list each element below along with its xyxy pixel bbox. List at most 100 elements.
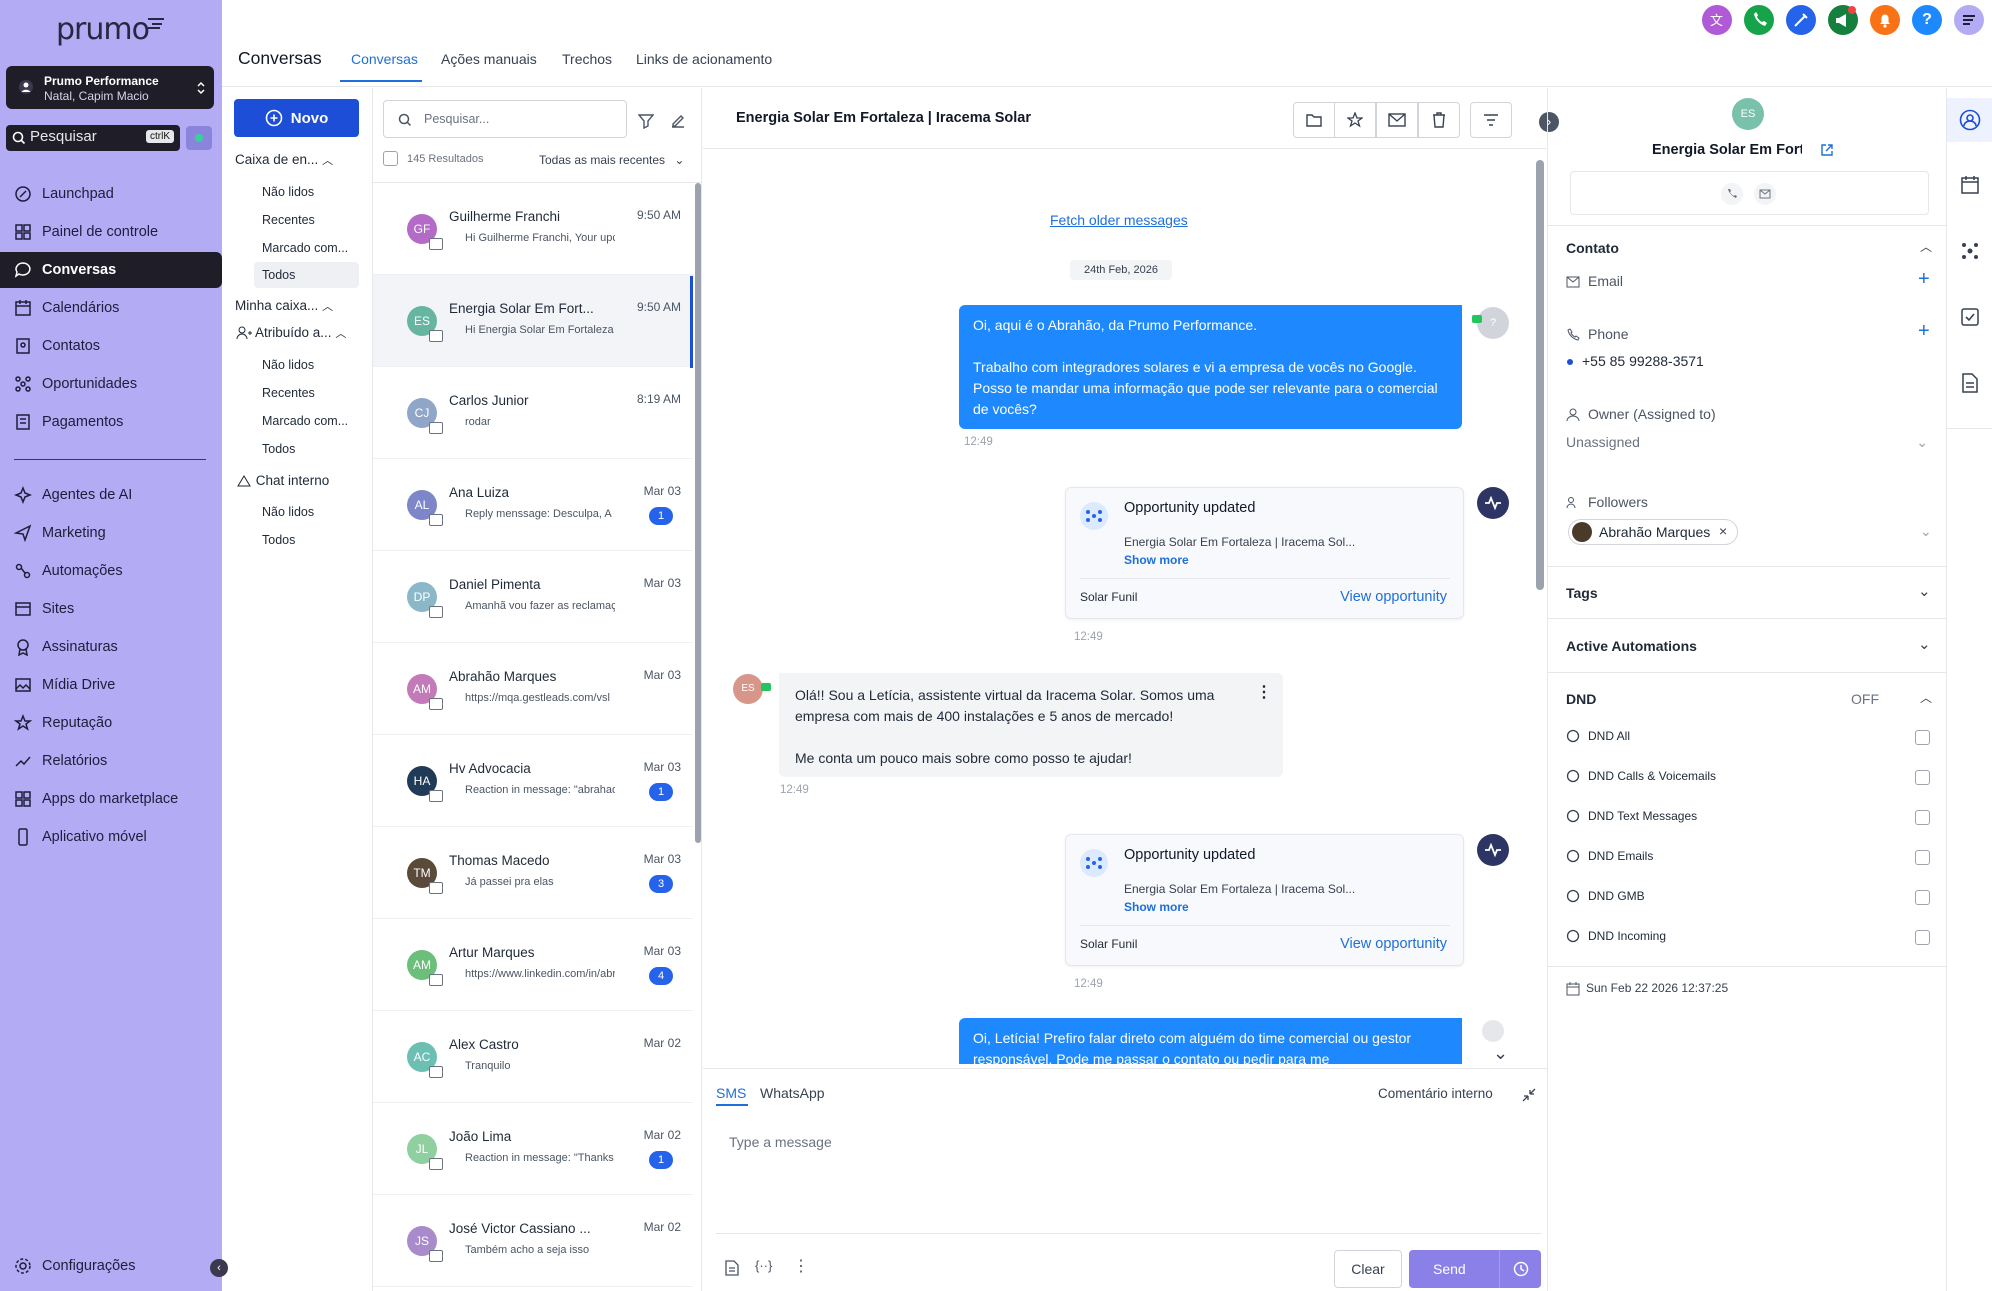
collapse-sidebar-button[interactable]: ‹ xyxy=(210,1259,228,1277)
add-email-button[interactable]: + xyxy=(1918,268,1930,291)
message-menu-icon[interactable]: ⋮ xyxy=(1256,682,1272,702)
nav-item-painel-de-controle[interactable]: Painel de controle xyxy=(0,214,222,250)
filter-item[interactable]: Não lidos xyxy=(262,358,314,372)
schedule-icon[interactable] xyxy=(1513,1261,1529,1277)
contact-phone[interactable]: +55 85 99288-3571 xyxy=(1582,353,1704,369)
nav-item-reputa-o[interactable]: Reputação xyxy=(0,705,222,741)
folder-button[interactable] xyxy=(1293,102,1335,138)
dnd-checkbox[interactable] xyxy=(1915,770,1930,785)
compose-icon[interactable] xyxy=(670,113,686,129)
conversation-search-input[interactable]: Pesquisar... xyxy=(383,100,627,138)
tab-sms[interactable]: SMS xyxy=(716,1085,746,1101)
delete-button[interactable] xyxy=(1418,102,1460,138)
nav-item-relat-rios[interactable]: Relatórios xyxy=(0,743,222,779)
quick-action-button[interactable] xyxy=(186,126,212,150)
filter-assigned[interactable]: Atribuído a... ︿ xyxy=(236,325,346,341)
view-opportunity-link[interactable]: View opportunity xyxy=(1340,936,1447,952)
notes-icon[interactable] xyxy=(1961,373,1979,393)
view-opportunity-link[interactable]: View opportunity xyxy=(1340,589,1447,605)
custom-values-icon[interactable]: {··} xyxy=(755,1258,772,1273)
fetch-older-link[interactable]: Fetch older messages xyxy=(1050,212,1188,228)
sort-dropdown[interactable]: Todas as mais recentes ⌄ xyxy=(539,153,684,167)
nav-item-pagamentos[interactable]: Pagamentos xyxy=(0,404,222,440)
filter-item[interactable]: Recentes xyxy=(262,386,315,400)
nav-item-sites[interactable]: Sites xyxy=(0,591,222,627)
filter-item[interactable]: Marcado com... xyxy=(262,241,348,255)
filter-item[interactable]: Todos xyxy=(262,533,295,547)
star-button[interactable] xyxy=(1334,102,1376,138)
list-scrollbar[interactable] xyxy=(695,183,701,843)
conversation-item[interactable]: JS José Victor Cassiano ... Também acho … xyxy=(373,1195,693,1287)
nav-item-automa-es[interactable]: Automações xyxy=(0,553,222,589)
filter-icon[interactable] xyxy=(638,113,654,129)
app-logo[interactable]: prumo xyxy=(56,12,150,47)
nav-item-agentes-de-ai[interactable]: Agentes de AI xyxy=(0,477,222,513)
filter-internal-chat[interactable]: Chat interno xyxy=(236,473,329,488)
filter-item[interactable]: Não lidos xyxy=(262,505,314,519)
dnd-section-header[interactable]: DND xyxy=(1566,691,1596,707)
filter-my-inbox[interactable]: Minha caixa... ︿ xyxy=(235,298,333,314)
scroll-down-icon[interactable]: ⌄ xyxy=(1493,1043,1508,1064)
nav-item-marketing[interactable]: Marketing xyxy=(0,515,222,551)
filter-inbox[interactable]: Caixa de en... ︿ xyxy=(235,152,333,168)
conversation-item[interactable]: AC Alex Castro Tranquilo Mar 02 xyxy=(373,1011,693,1103)
nav-item-calend-rios[interactable]: Calendários xyxy=(0,290,222,326)
nav-item-conversas[interactable]: Conversas xyxy=(0,252,222,288)
nav-item-settings[interactable]: Configurações xyxy=(0,1248,222,1284)
opportunities-icon[interactable] xyxy=(1960,241,1980,261)
tab-whatsapp[interactable]: WhatsApp xyxy=(760,1085,825,1101)
automations-section-header[interactable]: Active Automations xyxy=(1566,638,1697,654)
nav-item-contatos[interactable]: Contatos xyxy=(0,328,222,364)
dnd-checkbox[interactable] xyxy=(1915,930,1930,945)
chevron-down-icon[interactable]: ⌄ xyxy=(1918,635,1931,653)
nav-item-oportunidades[interactable]: Oportunidades xyxy=(0,366,222,402)
tab-a-es-manuais[interactable]: Ações manuais xyxy=(441,51,537,67)
follower-chip[interactable]: Abrahão Marques × xyxy=(1568,519,1738,545)
sidebar-search[interactable]: Pesquisar ctrlK xyxy=(6,125,180,151)
calendar-icon[interactable] xyxy=(1960,175,1980,195)
menu-icon[interactable] xyxy=(1954,5,1984,35)
conversation-item[interactable]: TM Thomas Macedo Já passei pra elas Mar … xyxy=(373,827,693,919)
add-phone-button[interactable]: + xyxy=(1918,320,1930,343)
bell-icon[interactable] xyxy=(1870,5,1900,35)
show-more-link[interactable]: Show more xyxy=(1124,553,1189,567)
chevron-up-icon[interactable]: ︿ xyxy=(1920,238,1932,255)
call-contact-icon[interactable] xyxy=(1721,183,1743,205)
message-input[interactable]: Type a message xyxy=(716,1106,1542,1234)
nav-item-apps-do-marketplace[interactable]: Apps do marketplace xyxy=(0,781,222,817)
show-more-link[interactable]: Show more xyxy=(1124,900,1189,914)
help-icon[interactable]: ? xyxy=(1912,5,1942,35)
translate-icon[interactable]: 文 xyxy=(1702,5,1732,35)
filter-item[interactable]: Todos xyxy=(262,442,295,456)
dnd-checkbox[interactable] xyxy=(1915,850,1930,865)
tab-conversas[interactable]: Conversas xyxy=(351,51,418,67)
nav-item-assinaturas[interactable]: Assinaturas xyxy=(0,629,222,665)
chevron-down-icon[interactable]: ⌄ xyxy=(1918,582,1931,600)
nav-item-m-dia-drive[interactable]: Mídia Drive xyxy=(0,667,222,703)
task-icon[interactable] xyxy=(1960,307,1980,327)
clear-button[interactable]: Clear xyxy=(1334,1250,1402,1288)
filter-item[interactable]: Não lidos xyxy=(262,185,314,199)
dnd-checkbox[interactable] xyxy=(1915,810,1930,825)
tab-trechos[interactable]: Trechos xyxy=(562,51,612,67)
chevron-up-icon[interactable]: ︿ xyxy=(1920,689,1932,706)
tab-links-de-acionamento[interactable]: Links de acionamento xyxy=(636,51,772,67)
send-button[interactable]: Send xyxy=(1409,1250,1541,1288)
document-icon[interactable] xyxy=(725,1260,739,1276)
conversation-item[interactable]: AL Ana Luiza Reply menssage: Desculpa, A… xyxy=(373,459,693,551)
more-options-icon[interactable]: ⋮ xyxy=(793,1256,809,1276)
magic-icon[interactable] xyxy=(1786,5,1816,35)
conversation-item[interactable]: JL João Lima Reaction in message: "Thank… xyxy=(373,1103,693,1195)
conversation-item[interactable]: CJ Carlos Junior rodar 8:19 AM xyxy=(373,367,693,459)
outgoing-message[interactable]: Oi, aqui é o Abrahão, da Prumo Performan… xyxy=(959,305,1462,429)
conversation-item[interactable]: HA Hv Advocacia Reaction in message: "ab… xyxy=(373,735,693,827)
conversation-item[interactable]: DP Daniel Pimenta Amanhã vou fazer as re… xyxy=(373,551,693,643)
nav-item-launchpad[interactable]: Launchpad xyxy=(0,176,222,212)
filter-item[interactable]: Recentes xyxy=(262,213,315,227)
conversation-item[interactable]: GF Guilherme Franchi Hi Guilherme Franch… xyxy=(373,183,693,275)
filter-item[interactable]: Todos xyxy=(254,262,359,288)
chat-scrollbar[interactable] xyxy=(1536,160,1544,590)
close-icon[interactable]: × xyxy=(1719,523,1727,539)
owner-select[interactable]: Unassigned ⌄ xyxy=(1566,434,1928,458)
select-all-checkbox[interactable] xyxy=(383,151,398,166)
